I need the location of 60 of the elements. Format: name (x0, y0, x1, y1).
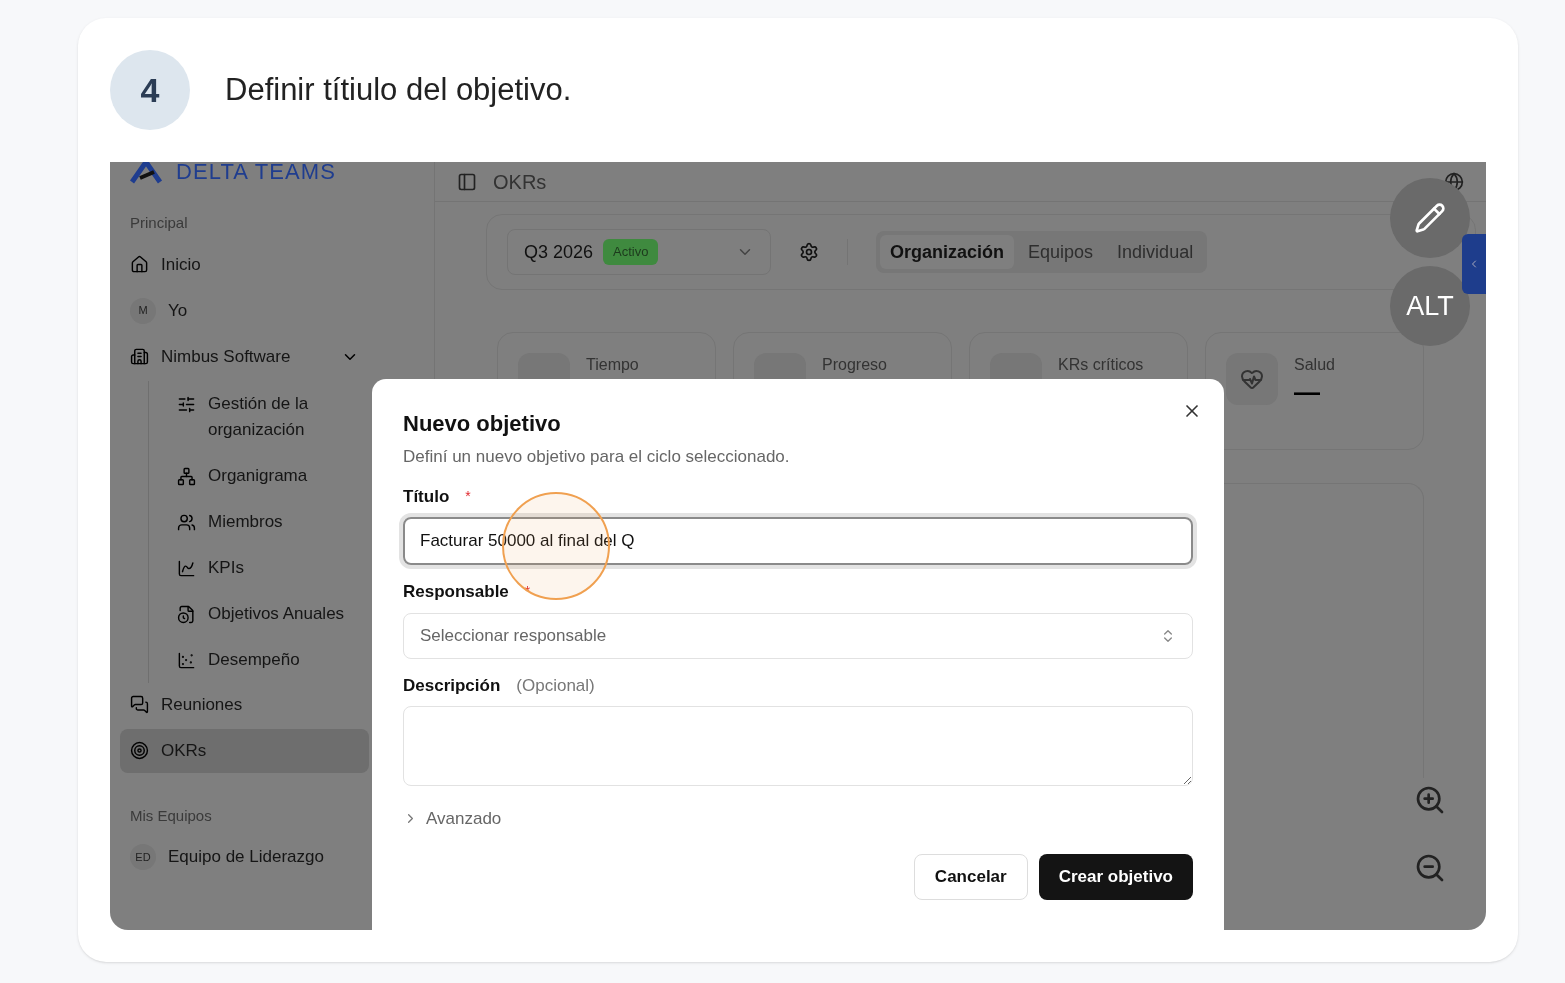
sidebar-item[interactable]: OKRs (120, 728, 369, 773)
nav-icon (177, 466, 196, 486)
step-title: Definir títiulo del objetivo. (225, 70, 572, 109)
sidebar-subitem[interactable]: KPIs (173, 544, 363, 591)
advanced-toggle[interactable]: Avanzado (403, 806, 502, 832)
stat-label: Tiempo (586, 355, 639, 375)
field-label: Título (403, 485, 450, 508)
page-title: OKRs (493, 169, 548, 195)
nav-icon (177, 558, 196, 578)
sidebar-subitem[interactable]: Miembros (173, 498, 363, 545)
field-hint: (Opcional) (516, 674, 595, 697)
sidebar-toggle-icon[interactable] (457, 171, 477, 192)
settings-icon[interactable] (799, 242, 819, 262)
alt-button[interactable]: ALT (1390, 266, 1470, 346)
brand-name: DELTA TEAMS (176, 162, 337, 186)
nav-icon (177, 604, 196, 624)
avatar: M (130, 297, 156, 324)
cancel-button[interactable]: Cancelar (913, 853, 1028, 900)
stat-value: — (1294, 377, 1321, 407)
dialog-title: Nuevo objetivo (403, 410, 562, 438)
responsible-select[interactable]: Seleccionar responsable (403, 612, 1193, 659)
sidebar-item[interactable]: ED Equipo de Liderazgo (120, 835, 369, 879)
section-label: Mis Equipos (129, 805, 213, 826)
description-field[interactable] (403, 706, 1193, 786)
nav-icon (130, 741, 149, 760)
view-tab[interactable]: Organización (880, 235, 1015, 269)
nav-icon (130, 347, 149, 366)
sidebar-subitem[interactable]: Desempeño (173, 636, 363, 683)
sidebar-item[interactable]: Inicio (120, 242, 369, 287)
stat-label: KRs críticos (1058, 355, 1144, 375)
nav-icon (177, 650, 196, 670)
field-label: Responsable (403, 581, 509, 603)
required-mark: * (465, 486, 471, 506)
sidebar-item[interactable]: Nimbus Software (120, 334, 369, 379)
sidebar-subitem[interactable]: Gestión de la organización (173, 380, 363, 453)
sidebar-subitem[interactable]: Organigrama (173, 452, 363, 499)
logo-icon (130, 162, 164, 184)
sidebar-item[interactable]: M Yo (120, 288, 369, 333)
view-tab[interactable]: Individual (1107, 235, 1204, 269)
step-number: 4 (110, 50, 190, 130)
field-label: Descripción (403, 674, 501, 697)
zoom-in-icon[interactable] (1414, 784, 1446, 816)
nav-icon (177, 394, 196, 414)
section-label: Principal (129, 213, 189, 233)
cycle-select[interactable]: Q3 2026 Activo (507, 229, 771, 275)
nav-icon (130, 695, 149, 714)
avatar: ED (130, 844, 156, 870)
nav-icon (130, 255, 149, 274)
dialog-subtitle: Definí un nuevo objetivo para el ciclo seleccionado. (403, 446, 791, 468)
zoom-out-icon[interactable] (1414, 852, 1446, 884)
sidebar-item[interactable]: Reuniones (120, 682, 369, 727)
stat-label: Salud (1294, 355, 1335, 375)
view-tab[interactable]: Equipos (1018, 235, 1104, 269)
create-button[interactable]: Crear objetivo (1038, 853, 1193, 900)
pencil-icon (1414, 202, 1446, 234)
heart-icon (1240, 367, 1264, 391)
sidebar-subitem[interactable]: Objetivos Anuales (173, 590, 363, 637)
status-badge: Activo (603, 239, 659, 265)
stat-label: Progreso (822, 355, 887, 375)
nav-icon (177, 512, 196, 532)
